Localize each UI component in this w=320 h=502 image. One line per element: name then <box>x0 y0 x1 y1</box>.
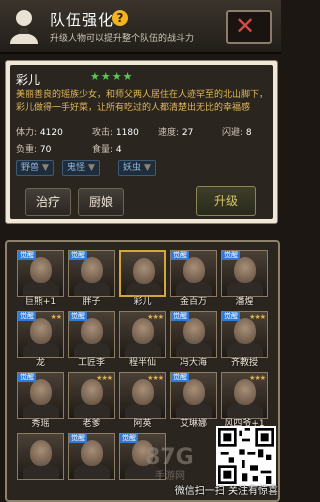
character-portrait <box>119 250 166 297</box>
stat-food: 食量: 4 <box>92 145 122 155</box>
portrait-stars: ★★★ <box>147 313 164 321</box>
awaken-badge: 觉醒 <box>171 251 189 260</box>
character-label: 巨熊+1 <box>24 297 57 307</box>
roster-cell[interactable]: ★★★ 老爹 <box>68 372 115 432</box>
team-silhouette-icon <box>10 10 38 44</box>
stat-attack: 攻击: 1180 <box>92 128 139 138</box>
character-label: 金百万 <box>179 297 207 307</box>
character-portrait: ★★★ <box>119 311 166 358</box>
character-portrait: 觉醒 <box>17 250 64 297</box>
character-portrait: 觉醒 <box>170 372 217 419</box>
character-label: 老爹 <box>82 419 101 429</box>
awaken-badge: 觉醒 <box>18 312 36 321</box>
character-portrait: ★★★ <box>221 372 268 419</box>
character-label: 龙 <box>35 358 45 368</box>
character-label: 工匠李 <box>77 358 105 368</box>
character-label: 艾琳娜 <box>179 419 207 429</box>
watermark-sub: 手游网 <box>155 471 185 482</box>
roster-cell[interactable]: 觉醒金百万 <box>170 250 217 310</box>
character-portrait: ★★★ <box>68 372 115 419</box>
portrait-stars: ★★★ <box>147 374 164 382</box>
header-bar: 队伍强化 ? 升级人物可以提升整个队伍的战斗力 ✕ <box>0 0 281 54</box>
roster-cell[interactable]: 觉醒工匠李 <box>68 311 115 371</box>
portrait-stars: ★★★ <box>249 313 266 321</box>
heal-button[interactable]: 治疗 <box>25 188 71 216</box>
awaken-badge: 觉醒 <box>69 312 87 321</box>
character-portrait: 觉醒 <box>68 311 115 358</box>
character-description: 美丽善良的瑶族少女，和师父两人居住在人迹罕至的北山脚下，彩儿做得一手好菜，让所有… <box>16 90 269 113</box>
awaken-badge: 觉醒 <box>120 434 138 443</box>
help-icon[interactable]: ? <box>112 10 128 26</box>
cook-button[interactable]: 厨娘 <box>78 188 124 216</box>
page-title: 队伍强化 <box>50 11 115 29</box>
awaken-badge: 觉醒 <box>18 251 36 260</box>
character-portrait <box>17 433 64 480</box>
character-portrait: 觉醒 ★★ <box>17 311 64 358</box>
tag-insect: 妖虫 ▼ <box>118 160 156 176</box>
character-label: 齐教授 <box>230 358 258 368</box>
roster-cell[interactable]: 彩儿 <box>119 250 166 310</box>
stat-load: 负重: 70 <box>16 145 52 155</box>
character-name: 彩儿 <box>16 73 41 87</box>
roster-cell[interactable]: ★★★ 程半仙 <box>119 311 166 371</box>
character-stars: ★★★★ <box>90 70 134 83</box>
roster-cell[interactable]: 觉醒 <box>68 433 115 493</box>
roster-cell[interactable]: 觉醒巨熊+1 <box>17 250 64 310</box>
page-subtitle: 升级人物可以提升整个队伍的战斗力 <box>50 34 195 44</box>
roster-cell[interactable]: 觉醒 ★★★ 齐教授 <box>221 311 268 371</box>
stat-dodge: 闪避: 8 <box>222 128 252 138</box>
roster-cell[interactable]: ★★★ 阿英 <box>119 372 166 432</box>
portrait-stars: ★★★ <box>249 374 266 382</box>
awaken-badge: 觉醒 <box>18 373 36 382</box>
close-button[interactable]: ✕ <box>226 10 272 44</box>
stat-speed: 速度: 27 <box>158 128 194 138</box>
portrait-stars: ★★ <box>50 313 62 321</box>
roster-cell[interactable] <box>17 433 64 493</box>
stat-hp: 体力: 4120 <box>16 128 63 138</box>
awaken-badge: 觉醒 <box>171 312 189 321</box>
awaken-badge: 觉醒 <box>69 434 87 443</box>
roster-cell[interactable]: 觉醒胖子 <box>68 250 115 310</box>
qr-code-icon <box>216 426 276 486</box>
character-label: 阿英 <box>133 419 152 429</box>
character-label: 胖子 <box>82 297 101 307</box>
character-label: 程半仙 <box>128 358 156 368</box>
roster-cell[interactable]: 觉醒秀瑶 <box>17 372 64 432</box>
upgrade-button[interactable]: 升级 <box>196 186 256 216</box>
roster-cell[interactable]: 觉醒潘煌 <box>221 250 268 310</box>
roster-cell[interactable]: 觉醒艾琳娜 <box>170 372 217 432</box>
character-portrait: 觉醒 <box>170 311 217 358</box>
character-portrait: 觉醒 ★★★ <box>221 311 268 358</box>
awaken-badge: 觉醒 <box>222 251 240 260</box>
character-label: 冯大海 <box>179 358 207 368</box>
close-icon: ✕ <box>235 12 256 40</box>
character-portrait: 觉醒 <box>17 372 64 419</box>
watermark-text: 微信扫一扫 关注有惊喜 <box>174 486 278 497</box>
tag-beast: 野兽 ▼ <box>16 160 54 176</box>
character-label: 彩儿 <box>133 297 152 307</box>
character-portrait: ★★★ <box>119 372 166 419</box>
awaken-badge: 觉醒 <box>171 373 189 382</box>
awaken-badge: 觉醒 <box>69 251 87 260</box>
character-label: 潘煌 <box>235 297 254 307</box>
character-label: 秀瑶 <box>31 419 50 429</box>
portrait-stars: ★★★ <box>96 374 113 382</box>
roster-cell[interactable]: 觉醒冯大海 <box>170 311 217 371</box>
character-portrait: 觉醒 <box>68 433 115 480</box>
roster-cell[interactable]: 觉醒 ★★ 龙 <box>17 311 64 371</box>
character-portrait: 觉醒 <box>68 250 115 297</box>
roster-cell[interactable]: ★★★ 风四爷+1 <box>221 372 268 432</box>
stats-block: 体力: 4120 攻击: 1180 速度: 27 闪避: 8 负重: 70 食量… <box>16 125 271 159</box>
character-portrait: 觉醒 <box>221 250 268 297</box>
awaken-badge: 觉醒 <box>222 312 240 321</box>
tag-ghost: 鬼怪 ▼ <box>62 160 100 176</box>
character-portrait: 觉醒 <box>170 250 217 297</box>
